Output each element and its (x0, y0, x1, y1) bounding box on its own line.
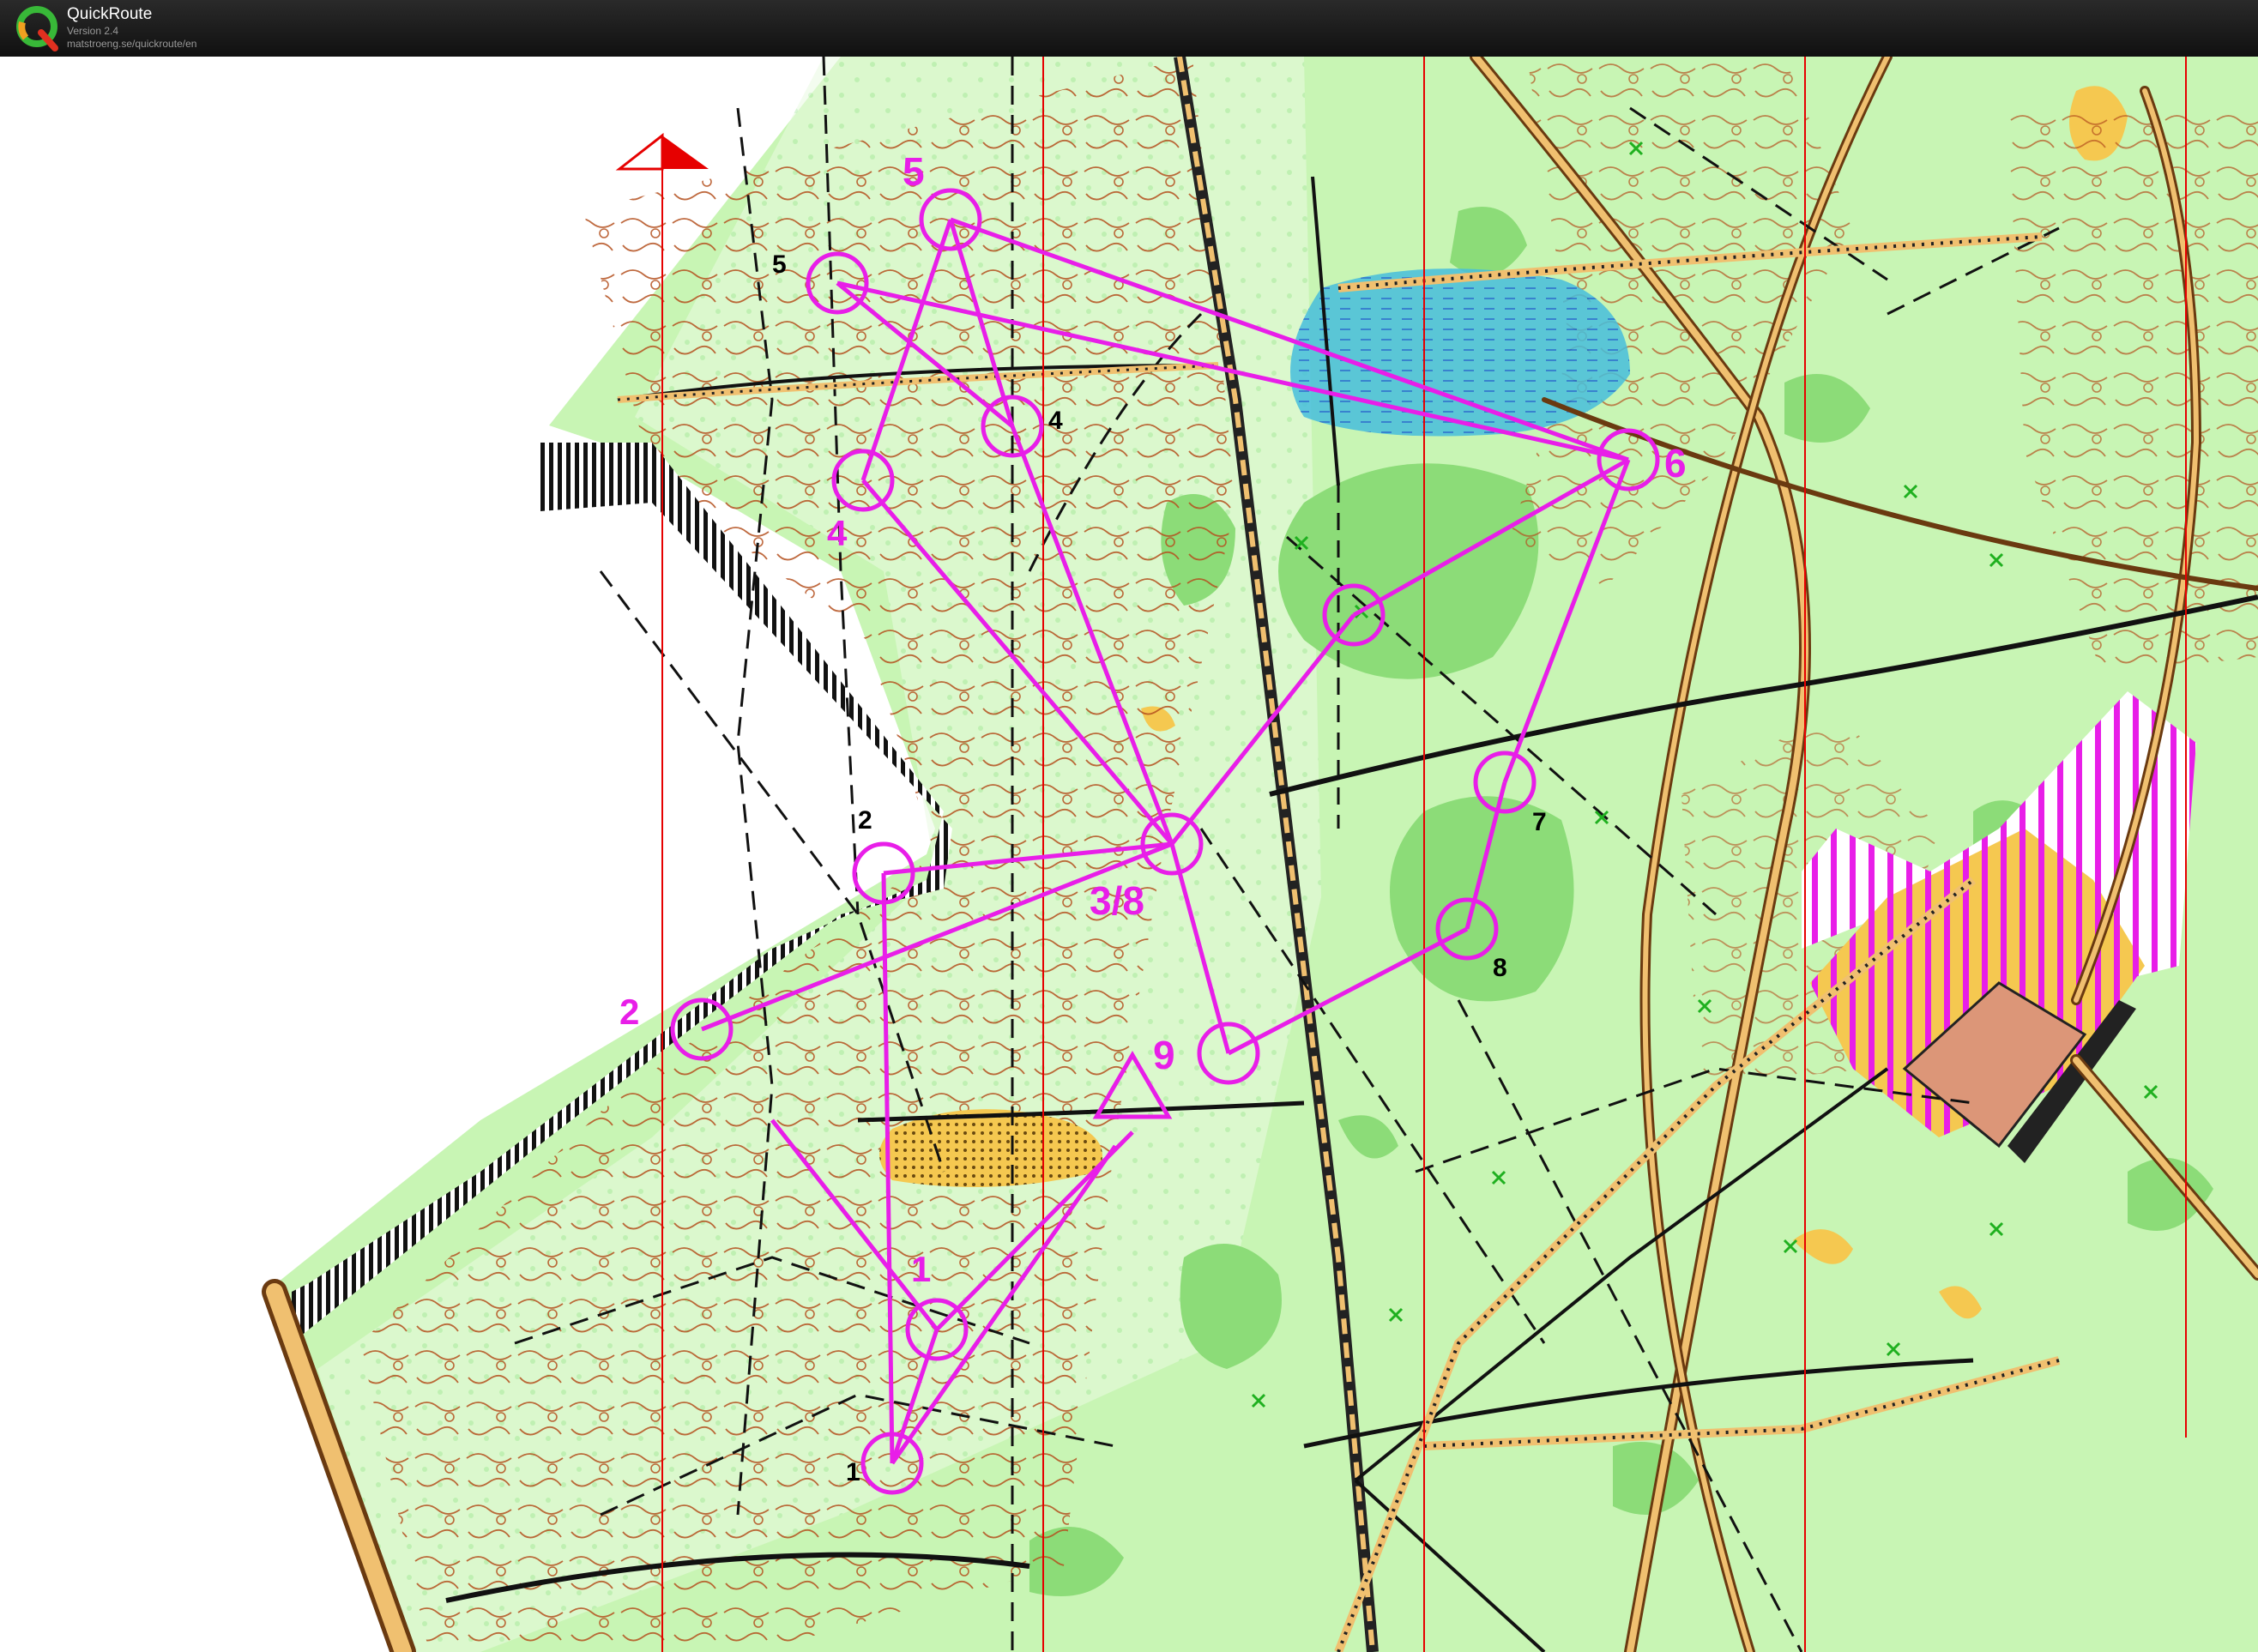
app-version: Version 2.4 (67, 25, 119, 37)
orienteering-map[interactable]: 1 2 4 5 7 8 1 2 3/8 4 5 6 9 (0, 57, 2258, 1652)
control-number-c4: 4 (827, 513, 848, 553)
map-number-label: 4 (1048, 407, 1063, 435)
app-title: QuickRoute (67, 5, 153, 23)
map-number-label: 8 (1493, 954, 1507, 982)
control-number-c5: 5 (903, 149, 925, 194)
map-number-label: 5 (772, 250, 787, 279)
control-number-c6: 6 (1664, 441, 1687, 485)
control-number-c9: 9 (1153, 1033, 1175, 1077)
control-number-c38: 3/8 (1090, 878, 1144, 923)
control-number-c1: 1 (911, 1249, 931, 1289)
control-number-c2: 2 (619, 992, 639, 1032)
map-number-label: 7 (1532, 808, 1547, 836)
quickroute-q-logo-icon (16, 6, 58, 51)
window-titlebar: QuickRoute Version 2.4 matstroeng.se/qui… (0, 0, 2258, 57)
app-url: matstroeng.se/quickroute/en (67, 38, 197, 50)
map-number-label: 1 (846, 1458, 860, 1486)
map-number-label: 2 (858, 806, 872, 835)
